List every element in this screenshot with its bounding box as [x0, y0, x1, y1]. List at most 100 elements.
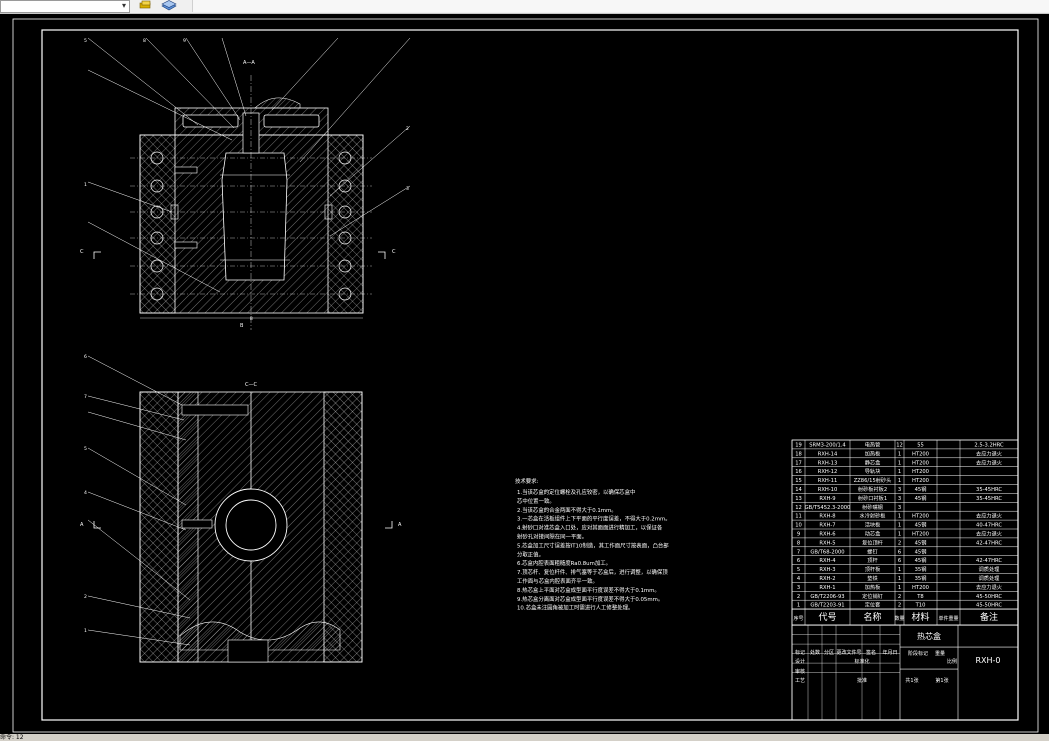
bom-header: 数量 [894, 615, 904, 622]
bom-cell: 去应力退火 [976, 449, 1002, 457]
tech-line: 6.芯盒内腔表面粗糙度Ra0.8um加工。 [517, 559, 611, 567]
bom-cell: RXH-11 [818, 478, 838, 484]
bom-cell: 顶杆板 [865, 565, 881, 573]
bom-cell: 17 [795, 460, 802, 466]
tech-line: 9.热芯盒分离面对芯盒成型面平行度误差不得大于0.05mm。 [517, 595, 663, 603]
bom-cell: 水冷射砂板 [860, 512, 887, 520]
bom-cell: HT200 [912, 460, 929, 466]
marker-c-right: C [392, 249, 396, 255]
bom-cell: 1 [898, 478, 901, 484]
tech-title: 技术要求: [515, 477, 539, 485]
bom-header: 序号 [793, 615, 803, 622]
callout-9: 9 [183, 38, 186, 44]
bom-cell: 1 [898, 514, 901, 520]
bom-cell: 45钢 [915, 538, 927, 546]
bom-cell: 3 [898, 505, 901, 511]
title-block-label: 共1张 [905, 677, 918, 684]
bom-cell: 射砂口衬板1 [858, 494, 887, 502]
layer-combo[interactable] [0, 0, 130, 13]
tech-line: 工作面与芯盒内腔表面齐平一致。 [517, 577, 598, 585]
bom-cell: 12 [795, 505, 802, 511]
tech-line: 5.芯盒加工尺寸误差按IT10制造，其工作面尺寸按表面，凸台部 [517, 541, 669, 549]
bom-cell: 42-47HRC [976, 540, 1002, 546]
bom-cell: 4 [797, 576, 801, 582]
callout-8: 8 [143, 38, 146, 44]
bom-cell: 3 [898, 496, 901, 502]
bom-cell: 35-45HRC [976, 496, 1002, 502]
bom-cell: 1 [797, 603, 800, 609]
bom-cell: 顶杆 [867, 556, 877, 564]
bom-cell: RXH-8 [819, 514, 835, 520]
bom-cell: 1 [898, 460, 901, 466]
tech-line: 射砂孔对接间隙在同一平面。 [517, 533, 587, 541]
bom-cell: GB/T2203-91 [810, 603, 844, 609]
bom-cell: 导轨块 [865, 467, 881, 475]
callout-6: 6 [84, 354, 87, 360]
section-cc-view: C—C 6 7 5 4 2 1 A A [80, 354, 402, 663]
section-aa-view: A—A 5 8 9 1 2 3 C C B B [80, 37, 411, 330]
bom-cell: 去应力退火 [976, 512, 1002, 520]
bom-cell: RXH-6 [819, 532, 835, 538]
title-block-label: 分区 [824, 649, 834, 656]
bom-cell: RXH-2 [819, 576, 835, 582]
bom-cell: 15 [795, 478, 802, 484]
title-block-label: 批准 [857, 677, 867, 684]
callout-5: 5 [84, 38, 87, 44]
bom-cell: 2 [898, 603, 901, 609]
bom-cell: HT200 [912, 532, 929, 538]
title-name: 热芯盒 [917, 631, 941, 641]
bom-cell: RXH-5 [819, 540, 835, 546]
dim-b: B [250, 316, 253, 321]
bom-cell: T8 [916, 594, 923, 600]
bom-cell: 加热板 [865, 449, 881, 457]
bom-cell: RXH-12 [818, 469, 838, 475]
marker-a-left: A [80, 522, 84, 528]
bom-cell: RXH-10 [818, 487, 838, 493]
command-text: 命令: 12 [0, 734, 24, 741]
title-block-label: 标准化 [854, 658, 869, 665]
command-line[interactable]: 命令: 12 [0, 734, 1049, 741]
bom-cell: RXH-13 [818, 460, 838, 466]
bom-cell: RXH-14 [818, 451, 838, 457]
bom-cell: 35钢 [915, 565, 927, 573]
bom-cell: 3 [898, 487, 901, 493]
title-block-label: 工艺 [795, 678, 805, 684]
toolbar-spacer [192, 0, 1049, 12]
bom-cell: 6 [898, 558, 901, 564]
drawing-canvas[interactable]: A—A 5 8 9 1 2 3 C C B B C—C 6 7 5 4 2 1 … [0, 14, 1049, 734]
bom-cell: 11 [795, 514, 802, 520]
marker-a-right: A [398, 522, 402, 528]
bom-cell: 6 [797, 558, 800, 564]
bom-cell: 3 [797, 585, 800, 591]
bom-cell: 45-50HRC [976, 594, 1002, 600]
bom-cell: 电热管 [865, 441, 881, 449]
bom-cell: GB/T68-2000 [810, 549, 844, 555]
title-block-label: 标记 [795, 649, 805, 656]
bom-cell: 射砂板衬板2 [858, 485, 887, 493]
title-block-label: 年月日 [882, 649, 897, 656]
section-aa-label: A—A [243, 60, 255, 66]
bom-cell: 1 [898, 585, 901, 591]
bom-header: 备注 [980, 611, 998, 623]
bom-cell: 去应力退火 [976, 458, 1002, 466]
tech-line: 1.当该芯盒的定位螺栓及孔应较密，以确保芯盒中 [517, 488, 635, 496]
layers-yellow-icon[interactable] [138, 0, 152, 11]
bom-cell: 45钢 [915, 494, 927, 502]
bom-cell: 调质处理 [979, 574, 1001, 582]
tech-line: 分取正值。 [517, 550, 544, 558]
bom-cell: RXH-1 [819, 585, 835, 591]
title-block-label: 第1张 [935, 677, 948, 684]
bom-cell: 加热板 [865, 583, 881, 591]
layers-blue-icon[interactable] [161, 0, 177, 11]
bom-cell: 1 [898, 523, 901, 529]
drawing-number: RXH-0 [975, 656, 1000, 665]
bom-cell: 射砂嘴钢 [862, 503, 883, 511]
bom-cell: 活块板 [865, 521, 881, 529]
bom-table: 19 SRM3-200/1.4 电热管 12 55 2.5-3.2HRC18 RXH-14 加… [791, 439, 1019, 721]
title-block-label: 更改文件号 [836, 649, 861, 656]
bom-cell: 复位顶杆 [862, 538, 883, 546]
chevron-down-icon[interactable]: ▾ [122, 0, 130, 12]
callout-1: 1 [84, 182, 87, 188]
bom-cell: 18 [795, 451, 802, 457]
bom-cell: ZZ86/15射砂头 [854, 476, 892, 484]
